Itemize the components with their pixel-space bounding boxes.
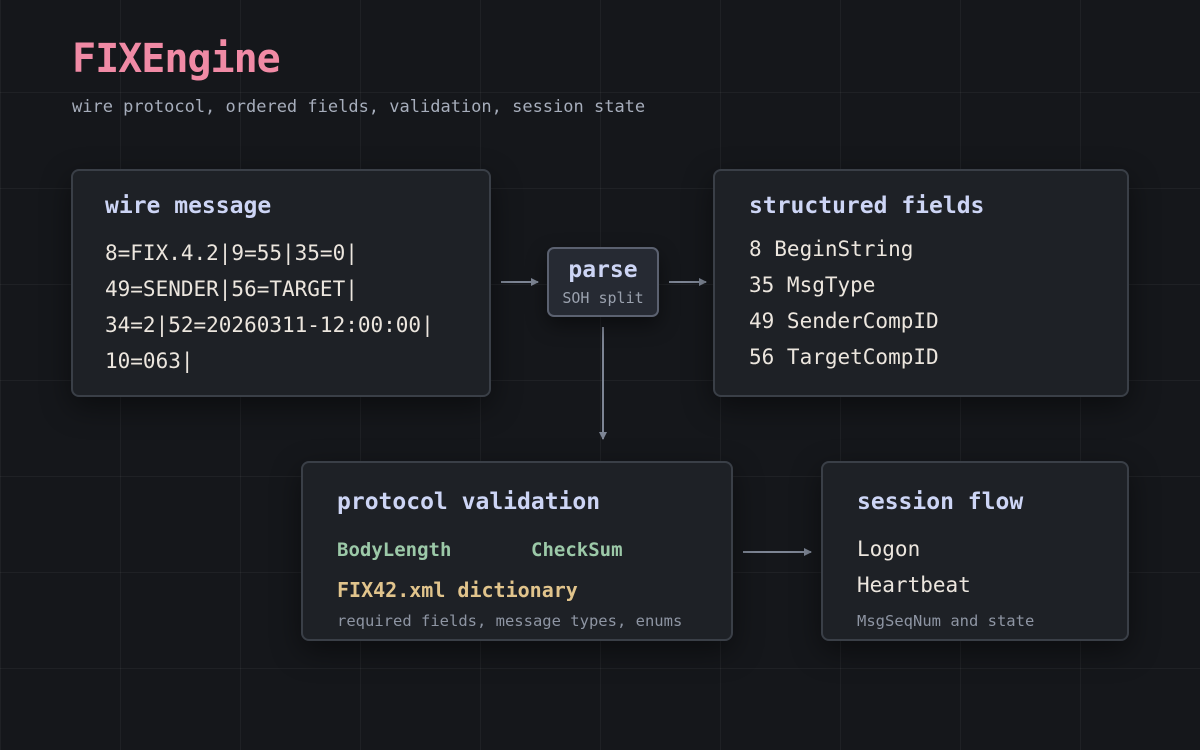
wire-message-card: wire message 8=FIX.4.2|9=55|35=0| 49=SEN… xyxy=(71,169,491,397)
field-item: 56 TargetCompID xyxy=(749,345,939,369)
structured-fields-title: structured fields xyxy=(749,193,985,219)
parse-title: parse xyxy=(568,257,638,283)
session-flow-card: session flow Logon Heartbeat MsgSeqNum a… xyxy=(821,461,1129,641)
wire-message-line: 8=FIX.4.2|9=55|35=0| xyxy=(105,241,358,265)
parse-node: parse SOH split xyxy=(547,247,659,317)
check-body-length: BodyLength xyxy=(337,539,452,561)
protocol-validation-title: protocol validation xyxy=(337,489,601,515)
field-item: 8 BeginString xyxy=(749,237,914,261)
wire-message-line: 34=2|52=20260311-12:00:00| xyxy=(105,313,434,337)
field-item: 35 MsgType xyxy=(749,273,876,297)
validation-note: required fields, message types, enums xyxy=(337,612,683,630)
wire-message-title: wire message xyxy=(105,193,272,219)
parse-subtitle: SOH split xyxy=(562,289,644,307)
session-step: Logon xyxy=(857,537,921,561)
field-item: 49 SenderCompID xyxy=(749,309,939,333)
session-step: Heartbeat xyxy=(857,573,971,597)
dictionary-label: FIX42.xml dictionary xyxy=(337,578,578,602)
wire-message-line: 49=SENDER|56=TARGET| xyxy=(105,277,358,301)
protocol-validation-card: protocol validation BodyLength CheckSum … xyxy=(301,461,733,641)
structured-fields-card: structured fields 8 BeginString 35 MsgTy… xyxy=(713,169,1129,397)
check-checksum: CheckSum xyxy=(531,539,623,561)
page-subtitle: wire protocol, ordered fields, validatio… xyxy=(72,97,646,117)
session-note: MsgSeqNum and state xyxy=(857,612,1035,630)
session-flow-title: session flow xyxy=(857,489,1024,515)
page-title: FIXEngine xyxy=(72,36,281,82)
wire-message-line: 10=063| xyxy=(105,349,194,373)
